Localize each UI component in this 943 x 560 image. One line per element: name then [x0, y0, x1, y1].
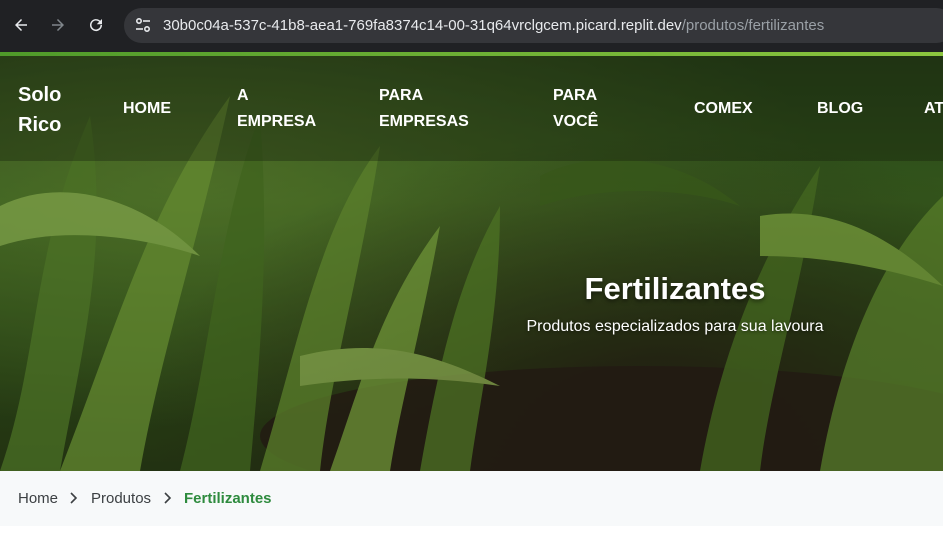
breadcrumb-current: Fertilizantes: [184, 490, 272, 507]
breadcrumb-home[interactable]: Home: [18, 490, 58, 507]
page-title: Fertilizantes: [584, 271, 766, 306]
nav-comex[interactable]: COMEX: [694, 96, 753, 122]
breadcrumb: Home Produtos Fertilizantes: [0, 471, 943, 526]
back-icon[interactable]: [9, 13, 33, 37]
nav-a-empresa[interactable]: A EMPRESA: [237, 83, 327, 135]
page-subtitle: Produtos especializados para sua lavoura: [526, 318, 824, 335]
nav-para-voce[interactable]: PARA VOCÊ: [553, 83, 613, 135]
site-header: Solo Rico HOME A EMPRESA PARA EMPRESAS P…: [0, 56, 943, 161]
site-logo[interactable]: Solo Rico: [18, 80, 78, 140]
nav-atendimento[interactable]: AT: [924, 96, 943, 122]
url-path: /produtos/fertilizantes: [681, 17, 825, 34]
chevron-right-icon: [70, 492, 78, 504]
nav-blog[interactable]: BLOG: [817, 96, 863, 122]
url-host: 30b0c04a-537c-41b8-aea1-769fa8374c14-00-…: [163, 17, 682, 34]
hero-banner: Solo Rico HOME A EMPRESA PARA EMPRESAS P…: [0, 56, 943, 471]
chevron-right-icon: [164, 492, 172, 504]
breadcrumb-produtos[interactable]: Produtos: [91, 490, 151, 507]
forward-icon[interactable]: [46, 13, 70, 37]
reload-icon[interactable]: [84, 13, 108, 37]
address-bar[interactable]: 30b0c04a-537c-41b8-aea1-769fa8374c14-00-…: [124, 8, 943, 43]
nav-home[interactable]: HOME: [123, 96, 171, 122]
site-info-icon[interactable]: [134, 16, 152, 34]
url-text: 30b0c04a-537c-41b8-aea1-769fa8374c14-00-…: [163, 17, 824, 34]
browser-toolbar: 30b0c04a-537c-41b8-aea1-769fa8374c14-00-…: [0, 0, 943, 52]
nav-para-empresas[interactable]: PARA EMPRESAS: [379, 83, 469, 135]
